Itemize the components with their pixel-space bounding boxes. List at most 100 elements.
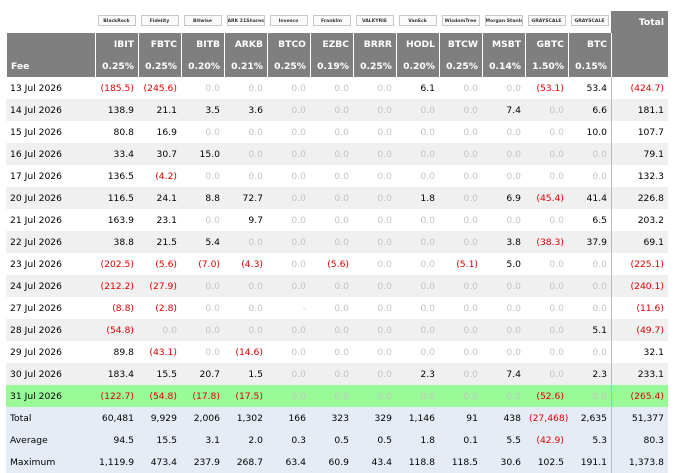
- flow-value: 0.0: [353, 143, 396, 165]
- row-date: 24 Jul 2026: [6, 275, 95, 297]
- flow-value: 0.0: [267, 231, 310, 253]
- flow-value: 138.9: [95, 99, 138, 121]
- flow-value: (43.1): [149, 346, 177, 358]
- flow-value: 0.0: [248, 302, 263, 314]
- flow-value: 0.0: [420, 126, 435, 138]
- flow-value: 0.0: [353, 99, 396, 121]
- flow-value: 0.0: [224, 275, 267, 297]
- flow-value: 0.0: [549, 258, 564, 270]
- flow-value: 0.0: [267, 363, 310, 385]
- total-header-cell: Total: [611, 11, 668, 33]
- summary-value: 2,006: [181, 407, 224, 429]
- flow-value: (4.2): [155, 170, 177, 182]
- summary-value: 1,146: [396, 407, 439, 429]
- flow-value: 0.0: [334, 302, 349, 314]
- issuer-logo-cell: WisdomTree: [439, 11, 482, 33]
- flow-value: (27.9): [138, 275, 181, 297]
- flow-value: 0.0: [549, 214, 564, 226]
- daily-flow-row: 22 Jul 2026 38.8 21.5 5.4 0.0 0.0 0.0 0.0 0.0 0.0…: [6, 231, 668, 253]
- flow-value: 3.6: [224, 99, 267, 121]
- flow-value: 0.0: [310, 143, 353, 165]
- flow-value: 0.0: [463, 82, 478, 94]
- flow-value: 163.9: [107, 214, 134, 226]
- summary-value: 1,119.9: [95, 451, 138, 473]
- flow-value: 0.0: [310, 363, 353, 385]
- flow-value: 72.7: [224, 187, 267, 209]
- fee-value: 0.20%: [181, 55, 224, 77]
- flow-value: 0.0: [549, 302, 564, 314]
- summary-value: 329: [353, 407, 396, 429]
- flow-value: 0.0: [334, 214, 349, 226]
- issuer-logo-cell: Bitwise: [181, 11, 224, 33]
- daily-flow-row: 31 Jul 2026 (122.7) (54.8) (17.8) (17.5) 0.0 0…: [6, 385, 668, 407]
- flow-value: (4.3): [241, 258, 263, 270]
- summary-label: Average: [6, 429, 95, 451]
- flow-value: 0.0: [506, 170, 521, 182]
- summary-value: 91: [439, 407, 482, 429]
- flow-value: 6.9: [482, 187, 525, 209]
- flow-value: 0.0: [463, 302, 478, 314]
- fee-value: 0.25%: [439, 55, 482, 77]
- flow-value: 0.0: [377, 170, 392, 182]
- issuer-logo-cell: Franklin: [310, 11, 353, 33]
- row-date: 27 Jul 2026: [10, 302, 62, 314]
- flow-value: (53.1): [536, 82, 564, 94]
- flow-value: 0.0: [377, 82, 392, 94]
- daily-flow-row: 13 Jul 2026 (185.5) (245.6) 0.0 0.0 0.0 0.0 0.0…: [6, 77, 668, 99]
- summary-value: 237.9: [181, 451, 224, 473]
- flow-value: 0.0: [506, 346, 521, 358]
- row-date: 22 Jul 2026: [6, 231, 95, 253]
- ticker-header: BRRR: [353, 33, 396, 55]
- flow-value: 6.6: [568, 99, 611, 121]
- flow-value: 0.0: [205, 214, 220, 226]
- flow-value: 0.0: [353, 319, 396, 341]
- flow-value: 0.0: [291, 346, 306, 358]
- issuer-logo: WisdomTree: [441, 15, 480, 26]
- flow-value: 0.0: [205, 346, 220, 358]
- flow-value: (5.6): [155, 258, 177, 270]
- summary-value: 191.1: [568, 451, 611, 473]
- flow-value: 15.0: [181, 143, 224, 165]
- flow-value: 0.0: [482, 143, 525, 165]
- flow-value: (5.1): [456, 258, 478, 270]
- flow-value: -: [302, 302, 306, 314]
- summary-value: 0.1: [439, 429, 482, 451]
- summary-value: 0.5: [310, 429, 353, 451]
- fee-value: 0.25%: [267, 55, 310, 77]
- daily-flow-row: 15 Jul 2026 80.8 16.9 0.0 0.0 0.0 0.0 0.0 0.0 0.0…: [6, 121, 668, 143]
- flow-value: 2.3: [568, 363, 611, 385]
- flow-value: (17.5): [224, 385, 267, 407]
- summary-value: 5.3: [568, 429, 611, 451]
- row-date: 17 Jul 2026: [10, 170, 62, 182]
- row-total: (265.4): [611, 385, 668, 407]
- issuer-logo-cell: GRAYSCALE: [525, 11, 568, 33]
- flow-value: 10.0: [586, 126, 607, 138]
- ticker-header: BTCW: [439, 33, 482, 55]
- flow-value: 183.4: [95, 363, 138, 385]
- flow-value: 5.1: [568, 319, 611, 341]
- flow-value: 33.4: [95, 143, 138, 165]
- fee-value: 0.21%: [224, 55, 267, 77]
- row-total: 181.1: [611, 99, 668, 121]
- ticker-header: MSBT: [482, 33, 525, 55]
- summary-value: 102.5: [525, 451, 568, 473]
- flow-value: 21.1: [138, 99, 181, 121]
- flow-value: 0.0: [420, 302, 435, 314]
- flow-value: 0.0: [439, 363, 482, 385]
- flow-value: 0.0: [377, 258, 392, 270]
- ticker-header: GBTC: [525, 33, 568, 55]
- flow-value: 0.0: [420, 346, 435, 358]
- flow-value: (54.8): [138, 385, 181, 407]
- flow-value: (45.4): [525, 187, 568, 209]
- row-date: 29 Jul 2026: [10, 346, 62, 358]
- flow-value: 3.5: [181, 99, 224, 121]
- flow-value: 0.0: [506, 126, 521, 138]
- flow-value: 0.0: [353, 231, 396, 253]
- flow-value: 0.0: [310, 231, 353, 253]
- flow-value: 0.0: [549, 170, 564, 182]
- ticker-header: BTCO: [267, 33, 310, 55]
- issuer-logo-row: BlackRock Fidelity Bitwise ARK 21Shares Inve…: [6, 11, 668, 33]
- flow-value: 0.0: [592, 346, 607, 358]
- flow-value: 0.0: [420, 214, 435, 226]
- flow-value: (2.8): [155, 302, 177, 314]
